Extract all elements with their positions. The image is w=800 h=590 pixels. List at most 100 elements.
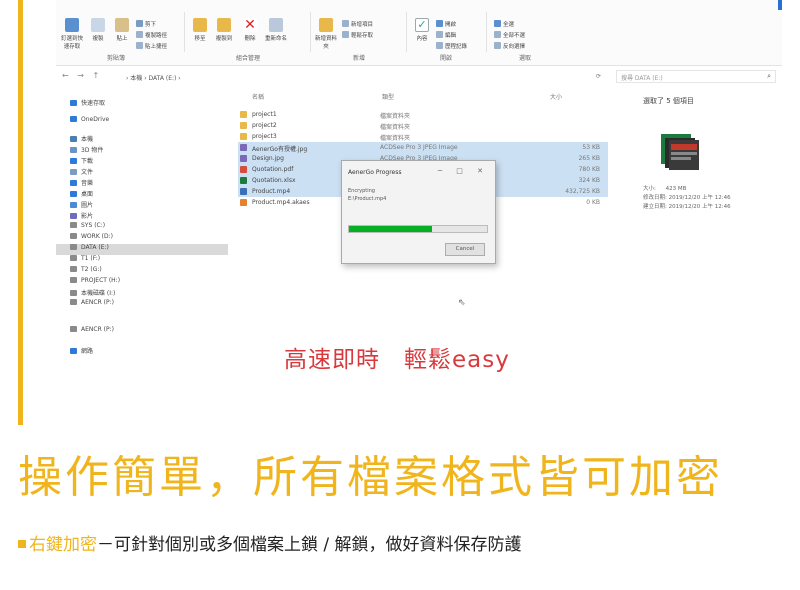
details-pane: 選取了 5 個項目 大小: 423 MB 修改日期: 2019/12/20 上午… — [639, 92, 779, 232]
nav-item[interactable]: AENCR (P:) — [70, 326, 114, 337]
nav-item[interactable]: OneDrive — [70, 116, 109, 127]
delete-x-icon: ✕ — [243, 17, 257, 33]
network-icon — [70, 348, 77, 354]
drive-icon — [70, 222, 77, 228]
invert-selection-button[interactable]: 反向選擇 — [494, 42, 525, 50]
file-size: 324 KB — [578, 177, 600, 184]
file-type: 檔案資料夾 — [380, 113, 411, 120]
nav-item[interactable]: 桌面 — [70, 189, 93, 200]
clipboard-group: 釘選到快速存取 複製 貼上 剪下 複製路徑 貼上捷徑 剪貼簿 — [56, 8, 167, 64]
bullet-icon — [18, 540, 26, 548]
search-input[interactable]: 搜尋 DATA (E:) ⌕ — [616, 70, 776, 83]
nav-item-label: AENCR (P:) — [81, 326, 114, 333]
nav-item[interactable]: T2 (G:) — [70, 266, 102, 277]
nav-item[interactable]: 本機 — [70, 134, 93, 145]
dialog-file-path: E:\Product.mp4 — [348, 196, 387, 202]
selection-count: 選取了 5 個項目 — [643, 97, 694, 105]
select-all-button[interactable]: 全選 — [494, 20, 514, 28]
copy-button[interactable]: 複製 — [86, 18, 110, 42]
file-size: 432,725 KB — [565, 188, 600, 195]
nav-item[interactable]: WORK (D:) — [70, 233, 113, 244]
rename-button[interactable]: 重新命名 — [264, 18, 288, 42]
nav-item-label: T2 (G:) — [81, 266, 102, 273]
history-button[interactable]: 歷程記錄 — [436, 42, 467, 50]
stacked-files-icon — [661, 134, 699, 170]
column-header-name[interactable]: 名稱 — [252, 92, 264, 101]
nav-item[interactable]: 音樂 — [70, 178, 93, 189]
copy-path-button[interactable]: 複製路徑 — [136, 31, 167, 39]
nav-item[interactable]: 3D 物件 — [70, 145, 103, 156]
file-size: 780 KB — [578, 166, 600, 173]
easy-access-button[interactable]: 輕鬆存取 — [342, 31, 373, 39]
organize-group-label: 組合管理 — [235, 55, 260, 62]
nav-item[interactable]: SYS (C:) — [70, 222, 105, 233]
copy-to-button[interactable]: 複製到 — [212, 18, 236, 42]
nav-item[interactable]: AENCR (P:) — [70, 299, 114, 310]
file-row[interactable]: AenerGo有授權.jpg ACDSee Pro 3 JPEG Image 53 … — [238, 142, 608, 153]
new-item-button[interactable]: 新增項目 — [342, 20, 373, 28]
new-folder-button[interactable]: 新增資料夾 — [314, 18, 338, 50]
properties-button[interactable]: ✓ 內容 — [410, 18, 434, 42]
nav-item-label: 下載 — [81, 158, 94, 165]
cut-button[interactable]: 剪下 — [136, 20, 156, 28]
search-icon: ⌕ — [767, 72, 771, 80]
select-none-button[interactable]: 全部不選 — [494, 31, 525, 39]
select-group-label: 選取 — [518, 55, 531, 62]
paste-shortcut-button[interactable]: 貼上捷徑 — [136, 42, 167, 50]
paste-button[interactable]: 貼上 — [110, 18, 134, 42]
file-type: 檔案資料夾 — [380, 124, 411, 131]
nav-item[interactable]: 下載 — [70, 156, 93, 167]
breadcrumb[interactable]: › 本機 › DATA (E:) › — [126, 73, 181, 82]
open-button[interactable]: 開啟 — [436, 20, 456, 28]
path-icon — [136, 31, 143, 38]
refresh-icon[interactable]: ⟳ — [596, 73, 601, 80]
navigation-arrows[interactable]: ← → ↑ — [62, 71, 102, 80]
file-type: 檔案資料夾 — [380, 135, 411, 142]
drive-icon — [70, 290, 77, 296]
paste-icon — [115, 18, 129, 32]
edit-button[interactable]: 編輯 — [436, 31, 456, 39]
copy-icon — [91, 18, 105, 32]
file-row[interactable]: project1 檔案資料夾 — [238, 109, 608, 120]
file-name: Quotation.xlsx — [252, 177, 296, 184]
pdf-file-icon — [240, 166, 247, 173]
nav-item[interactable]: 圖片 — [70, 200, 93, 211]
size-meta: 大小: 423 MB — [643, 186, 687, 192]
nav-item-label: 桌面 — [81, 191, 94, 198]
select-none-icon — [494, 31, 501, 38]
nav-item[interactable]: T1 (F:) — [70, 255, 100, 266]
nav-item[interactable]: DATA (E:) — [56, 244, 228, 255]
file-row[interactable]: project2 檔案資料夾 — [238, 120, 608, 131]
move-to-button[interactable]: 移至 — [188, 18, 212, 42]
shortcut-icon — [136, 42, 143, 49]
drive-icon — [70, 266, 77, 272]
dialog-title: AenerGo Progress — [348, 169, 402, 176]
nav-item-label: 網路 — [81, 348, 94, 355]
cancel-button[interactable]: Cancel — [445, 243, 485, 256]
nav-item-label: AENCR (P:) — [81, 299, 114, 306]
nav-item[interactable]: 網路 — [70, 346, 93, 357]
nav-item[interactable]: 文件 — [70, 167, 93, 178]
nav-item[interactable]: 本機磁碟 (I:) — [70, 288, 115, 299]
file-size: 53 KB — [582, 144, 600, 151]
nav-item-label: 快速存取 — [81, 100, 106, 107]
file-type: ACDSee Pro 3 JPEG Image — [380, 144, 458, 151]
nav-item[interactable]: PROJECT (H:) — [70, 277, 120, 288]
easy-access-icon — [342, 31, 349, 38]
nav-item[interactable]: 快速存取 — [70, 98, 105, 109]
modified-meta: 修改日期: 2019/12/20 上午 12:46 — [643, 195, 731, 201]
column-header-size[interactable]: 大小 — [550, 92, 562, 101]
column-header-type[interactable]: 類型 — [382, 92, 394, 101]
dialog-window-controls[interactable]: ─ □ ✕ — [438, 167, 489, 175]
delete-button[interactable]: ✕ 刪除 — [238, 18, 262, 42]
history-icon — [436, 42, 443, 49]
nav-item[interactable]: 影片 — [70, 211, 93, 222]
nav-item-label: SYS (C:) — [81, 222, 106, 229]
nav-item-label: WORK (D:) — [81, 233, 113, 240]
file-size: 0 KB — [586, 199, 600, 206]
file-row[interactable]: project3 檔案資料夾 — [238, 131, 608, 142]
nav-item-label: 本機 — [81, 136, 94, 143]
accent-bar — [18, 0, 23, 425]
pin-button[interactable]: 釘選到快速存取 — [60, 18, 84, 50]
ribbon-separator — [310, 12, 311, 52]
